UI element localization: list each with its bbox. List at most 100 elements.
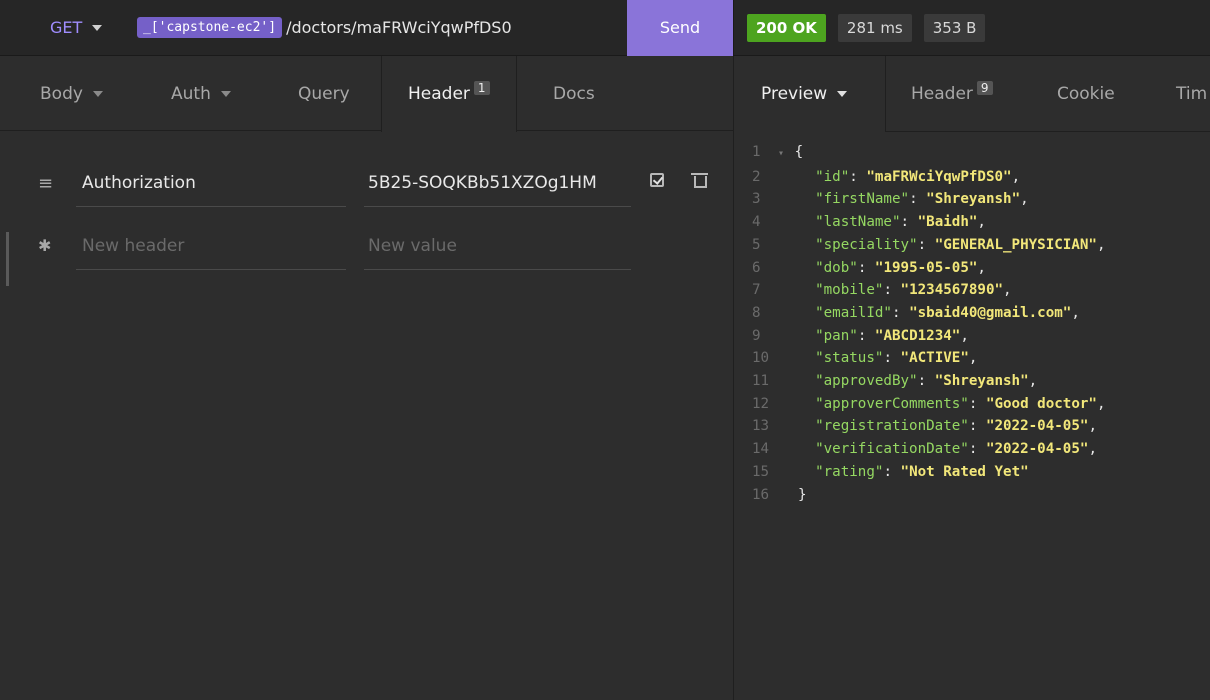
response-header-count-badge: 9 (976, 80, 993, 95)
code-line: 4 "lastName": "Baidh", (752, 211, 1106, 234)
tab-docs[interactable]: Docs (553, 56, 595, 131)
json-colon: : (968, 441, 986, 458)
json-comma: , (977, 214, 986, 231)
chevron-down-icon (92, 24, 103, 31)
json-value: "1995-05-05" (874, 259, 978, 276)
json-colon: : (900, 214, 918, 231)
json-comma: , (1028, 373, 1038, 390)
json-colon: : (849, 168, 867, 185)
json-value: "Good doctor" (985, 395, 1097, 412)
environment-variable-tag[interactable]: _['capstone-ec2'] (137, 17, 283, 38)
tab-preview[interactable]: Preview (734, 56, 886, 131)
json-key: "rating" (815, 463, 884, 480)
json-brace: { (786, 144, 804, 160)
code-line: 12 "approverComments": "Good doctor", (752, 393, 1106, 416)
chevron-down-icon (92, 90, 103, 97)
response-time-badge: 281 ms (837, 13, 912, 42)
tab-response-header[interactable]: Header 9 (911, 56, 993, 131)
json-comma: , (1020, 191, 1029, 208)
response-meta-bar: 200 OK 281 ms 353 B (733, 0, 1210, 56)
line-number: 6 (752, 259, 761, 276)
json-colon: : (857, 259, 875, 276)
json-comma: , (1088, 441, 1097, 458)
json-value: "ACTIVE" (900, 350, 969, 367)
gear-icon[interactable]: ✱ (38, 236, 51, 255)
json-key: "firstName" (815, 191, 910, 208)
method-selector[interactable]: GET (0, 18, 137, 37)
code-line: 15 "rating": "Not Rated Yet" (752, 461, 1106, 484)
line-number: 15 (752, 463, 770, 480)
json-colon: : (883, 350, 901, 367)
json-value: "Baidh" (917, 214, 978, 231)
json-key: "id" (815, 168, 850, 185)
method-label: GET (50, 18, 83, 37)
code-line: 5 "speciality": "GENERAL_PHYSICIAN", (752, 234, 1106, 257)
json-key: "pan" (815, 327, 858, 344)
code-line: 3 "firstName": "Shreyansh", (752, 188, 1106, 211)
tab-cookie[interactable]: Cookie (1057, 56, 1115, 131)
pane-divider[interactable] (733, 131, 734, 700)
json-comma: , (1003, 282, 1012, 299)
code-line: 7 "mobile": "1234567890", (752, 279, 1106, 302)
tab-query[interactable]: Query (298, 56, 350, 131)
json-value: "Not Rated Yet" (900, 463, 1029, 480)
new-header-value-input[interactable]: New value (364, 222, 631, 270)
json-key: "registrationDate" (815, 418, 969, 435)
code-line: 9 "pan": "ABCD1234", (752, 325, 1106, 348)
panel-resize-handle[interactable] (6, 232, 9, 286)
header-value-input[interactable]: ​5B25-SOQKBb51XZOg1HM (364, 159, 631, 207)
json-key: "dob" (815, 259, 858, 276)
line-number: 14 (752, 441, 770, 458)
chevron-down-icon (837, 91, 848, 97)
tab-auth[interactable]: Auth (171, 56, 231, 131)
json-key: "approverComments" (815, 395, 969, 412)
tab-body[interactable]: Body (40, 56, 103, 131)
drag-handle-icon[interactable]: ≡ (38, 173, 53, 194)
tab-response-header-label: Header (911, 83, 973, 104)
line-number: 13 (752, 418, 770, 435)
line-number: 16 (752, 486, 770, 503)
trash-icon[interactable] (691, 171, 708, 188)
tab-header-label: Header (408, 84, 470, 104)
code-line: 11 "approvedBy": "Shreyansh", (752, 370, 1106, 393)
json-value: "2022-04-05" (985, 418, 1089, 435)
code-line: 10 "status": "ACTIVE", (752, 347, 1106, 370)
tab-auth-label: Auth (171, 83, 211, 104)
json-colon: : (883, 282, 901, 299)
url-input[interactable]: _['capstone-ec2'] /doctors/maFRWciYqwPfD… (137, 17, 627, 38)
line-number: 10 (752, 350, 770, 367)
line-number: 2 (752, 168, 761, 185)
json-comma: , (1088, 418, 1097, 435)
tab-timeline[interactable]: Tim (1176, 56, 1207, 131)
tabs-underline (885, 131, 1210, 132)
fold-icon[interactable]: ▾ (778, 148, 784, 159)
response-size-badge: 353 B (923, 13, 986, 42)
line-number: 8 (752, 304, 761, 321)
tab-body-label: Body (40, 83, 83, 104)
enable-checkbox[interactable] (650, 173, 664, 187)
json-colon: : (968, 418, 986, 435)
header-row: ≡ Authorization ​5B25-SOQKBb51XZOg1HM (0, 159, 733, 223)
tab-cookie-label: Cookie (1057, 83, 1115, 104)
json-value: "Shreyansh" (934, 373, 1029, 390)
response-tabs: Preview Header 9 Cookie Tim (733, 56, 1210, 131)
code-line: 1 ▾ { (752, 141, 1106, 166)
json-comma: , (977, 259, 986, 276)
code-line: 6 "dob": "1995-05-05", (752, 257, 1106, 280)
send-button[interactable]: Send (627, 0, 733, 56)
url-bar: GET _['capstone-ec2'] /doctors/maFRWciYq… (0, 0, 733, 56)
tab-header[interactable]: Header 1 (381, 56, 517, 132)
json-colon: : (857, 327, 875, 344)
line-number: 3 (752, 191, 761, 208)
new-header-name-input[interactable]: New header (76, 222, 346, 270)
json-value: "1234567890" (900, 282, 1004, 299)
json-colon: : (891, 304, 910, 321)
header-name-input[interactable]: Authorization (76, 159, 346, 207)
